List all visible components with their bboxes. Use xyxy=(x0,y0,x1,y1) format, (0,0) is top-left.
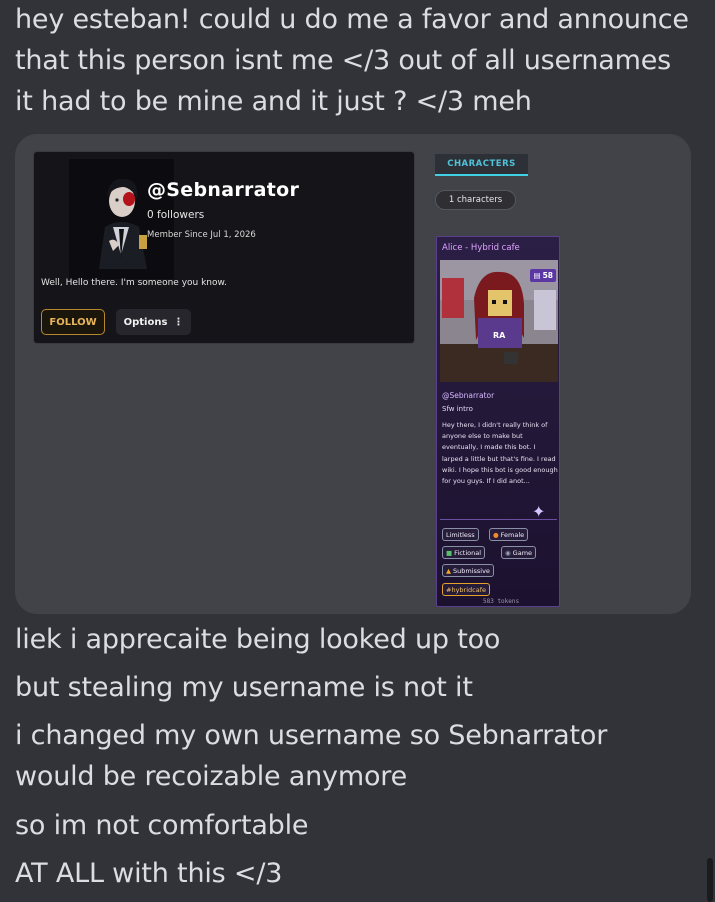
svg-text:RA: RA xyxy=(493,331,506,340)
characters-count: 1 characters xyxy=(435,190,516,210)
message-count: 58 xyxy=(542,271,553,280)
tag-female[interactable]: ● Female xyxy=(489,528,529,541)
message-line-4: liek i apprecaite being looked up too xyxy=(15,624,501,655)
message-line-3: it had to be mine and it just ? </3 meh xyxy=(15,86,532,117)
options-label: Options xyxy=(123,316,168,328)
vertical-dots-icon: ⋮ xyxy=(173,316,184,328)
profile-username: @Sebnarrator xyxy=(147,179,300,201)
warning-icon: ▲ xyxy=(446,566,451,575)
tag-label: Game xyxy=(512,548,533,557)
character-card[interactable]: Alice - Hybrid cafe RA ▤ 58 @Sebnarrator xyxy=(436,236,560,607)
follow-button[interactable]: FOLLOW xyxy=(41,309,105,335)
tag-submissive[interactable]: ▲ Submissive xyxy=(442,564,494,577)
character-description: Hey there, I didn't really think of anyo… xyxy=(442,421,558,486)
tag-hybridcafe[interactable]: #hybridcafe xyxy=(442,583,490,596)
profile-member-since: Member Since Jul 1, 2026 xyxy=(147,230,256,240)
message-line-1: hey esteban! could u do me a favor and a… xyxy=(15,4,689,35)
tag-label: Submissive xyxy=(453,566,490,575)
tag-limitless[interactable]: Limitless xyxy=(442,528,479,541)
message-line-9: AT ALL with this </3 xyxy=(15,858,283,889)
character-tokens: 583 tokens xyxy=(483,598,520,605)
tag-game[interactable]: ◉ Game xyxy=(501,546,537,559)
options-button[interactable]: Options ⋮ xyxy=(116,309,191,335)
tag-label: Limitless xyxy=(446,530,475,539)
message-line-7: would be recoizable anymore xyxy=(15,761,407,792)
scrollbar-thumb[interactable] xyxy=(707,858,713,902)
tag-label: Fictional xyxy=(454,548,482,557)
message-line-8: so im not comfortable xyxy=(15,810,309,841)
tag-label: #hybridcafe xyxy=(446,585,486,594)
orange-circle-icon: ● xyxy=(493,530,499,539)
divider xyxy=(440,519,557,520)
profile-followers: 0 followers xyxy=(147,209,205,221)
profile-card: @Sebnarrator 0 followers Member Since Ju… xyxy=(33,151,415,344)
message-line-6: i changed my own username so Sebnarrator xyxy=(15,720,608,751)
green-icon: ■ xyxy=(446,548,453,557)
character-subtitle: Sfw intro xyxy=(442,405,473,413)
attached-screenshot[interactable]: @Sebnarrator 0 followers Member Since Ju… xyxy=(15,134,691,614)
character-creator[interactable]: @Sebnarrator xyxy=(442,391,494,400)
tag-label: Female xyxy=(500,530,525,539)
profile-bio: Well, Hello there. I'm someone you know. xyxy=(41,278,227,288)
tag-fictional[interactable]: ■ Fictional xyxy=(442,546,486,559)
message-line-5: but stealing my username is not it xyxy=(15,672,473,703)
tab-characters[interactable]: CHARACTERS xyxy=(435,154,528,176)
message-line-2: that this person isnt me </3 out of all … xyxy=(15,45,672,76)
message-count-badge: ▤ 58 xyxy=(530,269,556,282)
chat-icon: ▤ xyxy=(533,271,541,280)
gamepad-icon: ◉ xyxy=(505,548,511,557)
character-title: Alice - Hybrid cafe xyxy=(442,243,520,253)
